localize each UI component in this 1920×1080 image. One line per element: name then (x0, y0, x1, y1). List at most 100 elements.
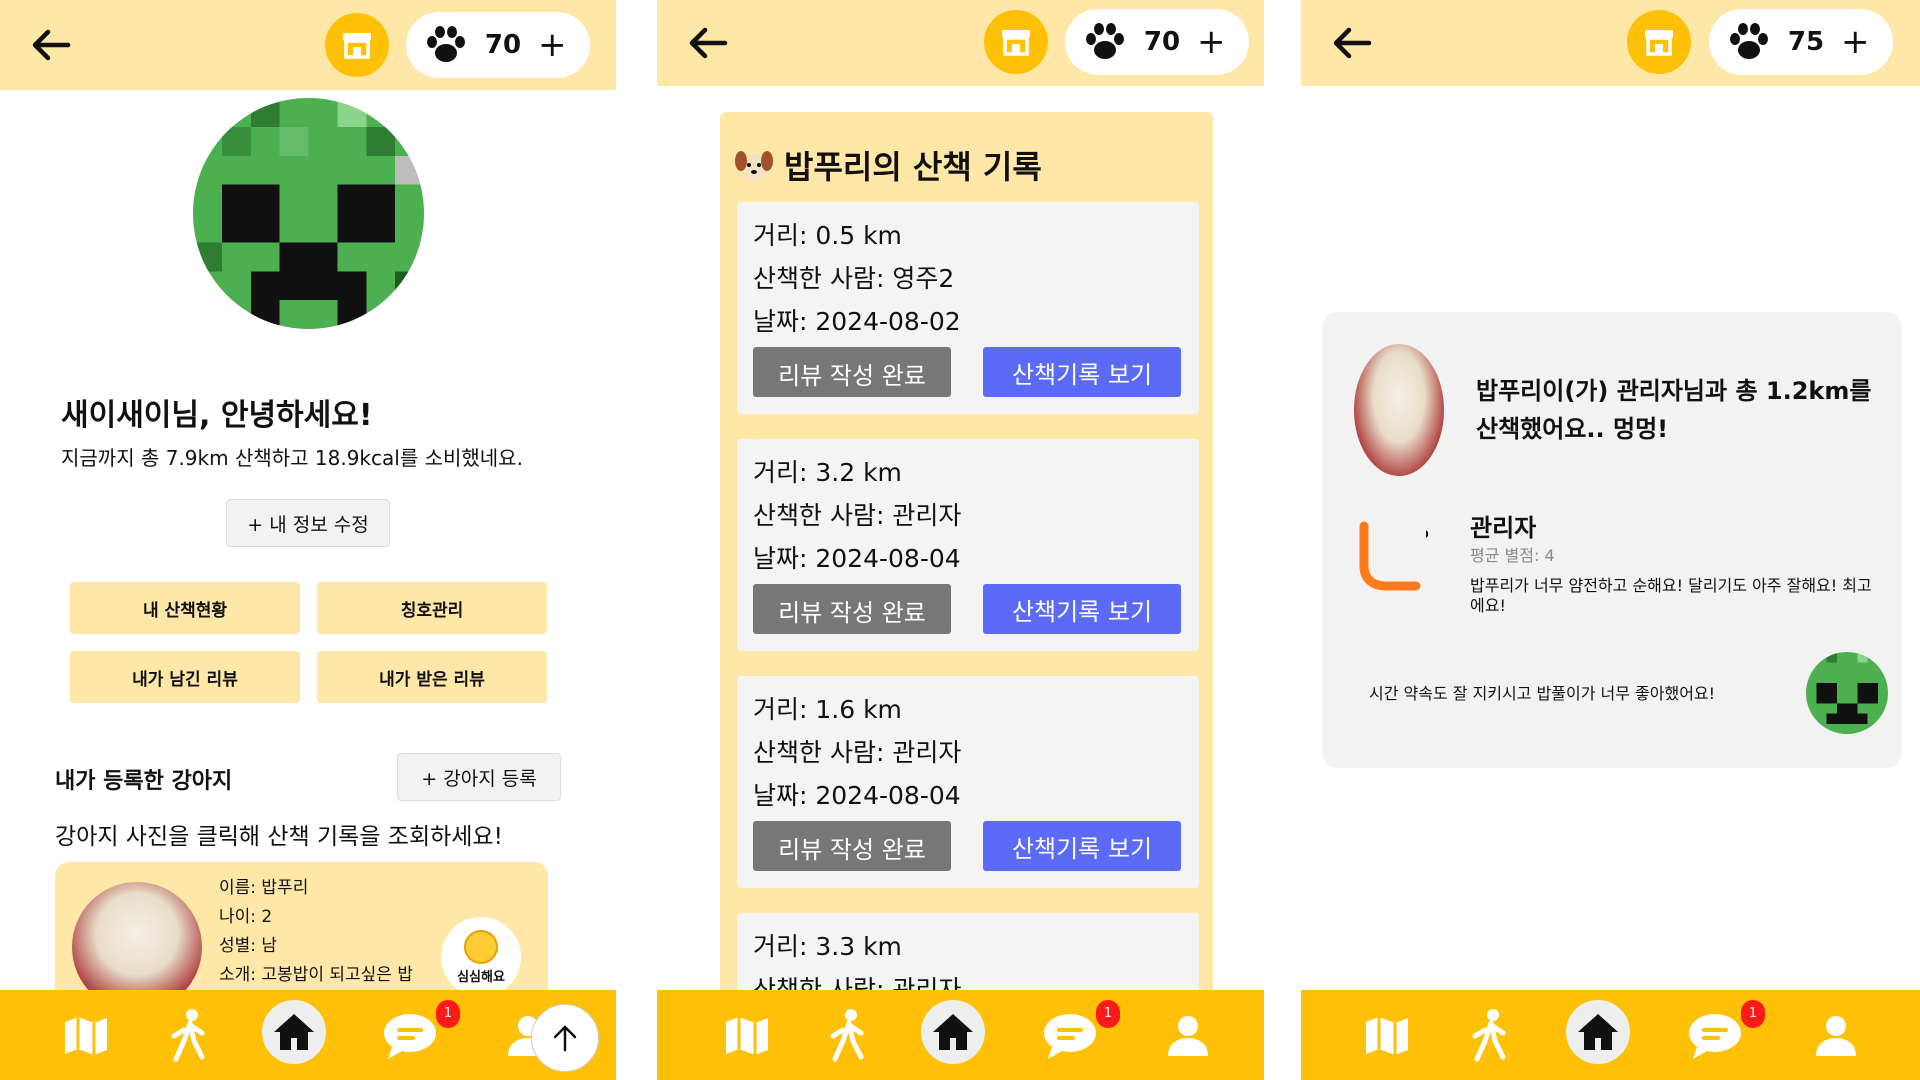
add-points-button[interactable]: + (1197, 25, 1226, 59)
points-count: 70 (484, 30, 522, 60)
chat-icon[interactable] (382, 1008, 438, 1064)
arrow-up-icon (553, 1025, 577, 1052)
walk-icon[interactable] (819, 1008, 875, 1064)
bottom-nav: 1 (0, 990, 616, 1080)
top-bar: 75 + (1301, 0, 1920, 86)
chat-badge: 1 (436, 1000, 460, 1028)
chat-badge: 1 (1741, 1000, 1765, 1028)
view-record-button[interactable]: 산책기록 보기 (983, 821, 1181, 871)
dog-face-icon (735, 151, 773, 180)
scroll-to-top-button[interactable] (531, 1004, 599, 1072)
review-done-label: 리뷰 작성 완료 (778, 836, 926, 864)
walk-summary: 지금까지 총 7.9km 산책하고 18.9kcal를 소비했네요. (61, 446, 523, 470)
walk-review-headline: 밥푸리이(가) 관리자님과 총 1.2km를 산책했어요.. 멍멍! (1476, 377, 1872, 443)
back-arrow-icon[interactable] (28, 22, 74, 68)
shop-button[interactable] (325, 13, 389, 77)
profile-screen: 70 + 새이새이님, 안녕하세요! 지금까지 총 7.9km 산책하고 18.… (0, 0, 616, 1080)
my-reviews-button[interactable]: 내가 남긴 리뷰 (70, 651, 300, 703)
back-arrow-icon[interactable] (1329, 20, 1375, 66)
walk-icon[interactable] (160, 1008, 216, 1064)
avatar (193, 98, 424, 329)
my-walk-status-button[interactable]: 내 산책현황 (70, 582, 300, 634)
record-walker: 산책한 사람: 관리자 (753, 738, 962, 767)
home-icon[interactable] (262, 1000, 326, 1064)
home-icon[interactable] (1566, 1000, 1630, 1064)
reviewer-score: 평균 별점: 4 (1470, 546, 1555, 565)
record-walker: 산책한 사람: 관리자 (753, 501, 962, 530)
paw-icon (427, 26, 465, 62)
title-badge-icon (1358, 512, 1430, 592)
record-distance: 거리: 3.3 km (753, 932, 902, 961)
record-date: 날짜: 2024-08-04 (753, 781, 961, 810)
profile-icon[interactable] (1808, 1008, 1864, 1064)
register-dog-button[interactable]: + 강아지 등록 (397, 753, 561, 801)
walk-review-card: 밥푸리이(가) 관리자님과 총 1.2km를 산책했어요.. 멍멍! 관리자 평… (1322, 312, 1902, 768)
walk-record-card: 거리: 3.2 km 산책한 사람: 관리자 날짜: 2024-08-04 리뷰… (737, 439, 1199, 651)
review-done-button[interactable]: 리뷰 작성 완료 (753, 821, 951, 871)
bored-face-icon (464, 929, 498, 964)
avatar (1806, 652, 1888, 734)
shop-button[interactable] (1627, 10, 1691, 74)
points-count: 75 (1787, 27, 1825, 57)
review-done-button[interactable]: 리뷰 작성 완료 (753, 347, 951, 397)
dog-info: 이름: 밥푸리 나이: 2 성별: 남 소개: 고봉밥이 되고싶은 밥 (219, 874, 413, 990)
add-points-button[interactable]: + (538, 28, 567, 62)
dogs-section-title: 내가 등록한 강아지 (55, 769, 233, 794)
record-date: 날짜: 2024-08-02 (753, 307, 961, 336)
store-icon (1645, 30, 1673, 56)
reviewer-name: 관리자 (1470, 514, 1537, 542)
dogs-hint: 강아지 사진을 클릭해 산책 기록을 조회하세요! (55, 824, 503, 850)
view-record-button[interactable]: 산책기록 보기 (983, 347, 1181, 397)
greeting-title: 새이새이님, 안녕하세요! (61, 398, 373, 433)
points-pill: 75 + (1709, 9, 1893, 75)
walk-icon[interactable] (1461, 1008, 1517, 1064)
points-pill: 70 + (406, 12, 590, 78)
map-icon[interactable] (719, 1008, 775, 1064)
title-manage-button[interactable]: 칭호관리 (317, 582, 547, 634)
points-count: 70 (1143, 27, 1181, 57)
review-text: 밥푸리가 너무 얌전하고 순해요! 달리기도 아주 잘해요! 최고에요! (1470, 576, 1872, 615)
record-date: 날짜: 2024-08-04 (753, 544, 961, 573)
chat-icon[interactable] (1687, 1008, 1743, 1064)
received-reviews-button[interactable]: 내가 받은 리뷰 (317, 651, 547, 703)
dog-name: 이름: 밥푸리 (219, 878, 309, 898)
back-arrow-icon[interactable] (685, 20, 731, 66)
map-icon[interactable] (58, 1008, 114, 1064)
points-pill: 70 + (1065, 9, 1249, 75)
dog-mood-label: 심심해요 (457, 969, 505, 985)
top-bar: 70 + (657, 0, 1264, 86)
chat-icon[interactable] (1042, 1008, 1098, 1064)
shop-button[interactable] (984, 10, 1048, 74)
paw-icon (1730, 23, 1768, 59)
records-title: 밥푸리의 산책 기록 (734, 142, 1042, 188)
walk-records-list: 밥푸리의 산책 기록 거리: 0.5 km 산책한 사람: 영주2 날짜: 20… (720, 112, 1213, 1012)
records-title-text: 밥푸리의 산책 기록 (784, 148, 1042, 186)
review-done-button[interactable]: 리뷰 작성 완료 (753, 584, 951, 634)
profile-icon[interactable] (1160, 1008, 1216, 1064)
dog-gender: 성별: 남 (219, 936, 278, 956)
record-distance: 거리: 3.2 km (753, 458, 902, 487)
map-icon[interactable] (1359, 1008, 1415, 1064)
record-distance: 거리: 1.6 km (753, 695, 902, 724)
dog-intro: 소개: 고봉밥이 되고싶은 밥 (219, 965, 413, 985)
review-done-label: 리뷰 작성 완료 (778, 599, 926, 627)
walk-records-screen: 70 + 밥푸리의 산책 기록 거리: 0.5 km 산책한 사람: 영주2 날… (657, 0, 1264, 1080)
record-distance: 거리: 0.5 km (753, 221, 902, 250)
dog-card[interactable]: 이름: 밥푸리 나이: 2 성별: 남 소개: 고봉밥이 되고싶은 밥 심심해요 (55, 862, 548, 1012)
chat-badge: 1 (1096, 1000, 1120, 1028)
review-done-label: 리뷰 작성 완료 (778, 362, 926, 390)
add-points-button[interactable]: + (1841, 25, 1870, 59)
view-record-button[interactable]: 산책기록 보기 (983, 584, 1181, 634)
dog-age: 나이: 2 (219, 907, 273, 927)
top-bar: 70 + (0, 0, 616, 90)
home-icon[interactable] (921, 1000, 985, 1064)
walk-record-card: 거리: 1.6 km 산책한 사람: 관리자 날짜: 2024-08-04 리뷰… (737, 676, 1199, 888)
store-icon (1002, 30, 1030, 56)
dog-mood-badge: 심심해요 (441, 917, 521, 997)
record-walker: 산책한 사람: 영주2 (753, 264, 955, 293)
edit-profile-button[interactable]: + 내 정보 수정 (226, 499, 390, 547)
walk-record-card: 거리: 0.5 km 산책한 사람: 영주2 날짜: 2024-08-02 리뷰… (737, 202, 1199, 414)
dog-photo (1354, 344, 1444, 476)
paw-icon (1086, 23, 1124, 59)
bottom-nav: 1 (657, 990, 1264, 1080)
